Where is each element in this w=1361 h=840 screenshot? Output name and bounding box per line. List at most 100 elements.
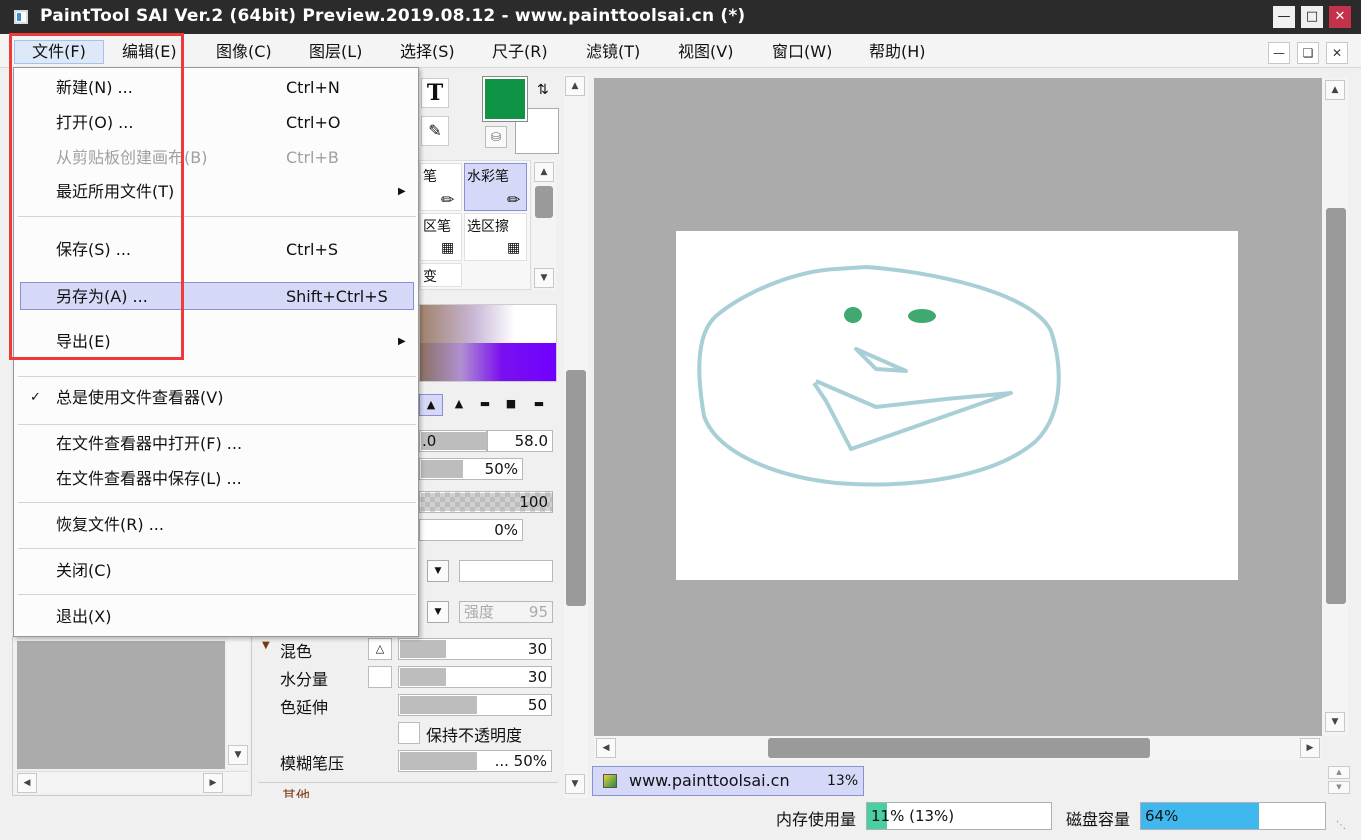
status-bar: 内存使用量 11% (13%) 磁盘容量 64% ⋱ xyxy=(0,800,1361,840)
text-tool-button[interactable]: T xyxy=(421,78,449,108)
menu-layer[interactable]: 图层(L) xyxy=(305,40,366,64)
brush-grid-vscroll[interactable]: ▲ ▼ xyxy=(532,160,556,290)
brush-slot-watercolor[interactable]: 水彩笔 ✏ xyxy=(464,163,527,211)
select-eraser-icon: ▦ xyxy=(507,240,521,256)
dropdown-arrow-icon[interactable]: ▼ xyxy=(427,601,449,623)
brush-slot-label: 笔 xyxy=(423,169,437,185)
menu-separator xyxy=(18,502,416,503)
title-bar: PaintTool SAI Ver.2 (64bit) Preview.2019… xyxy=(0,0,1361,34)
foreground-color-swatch[interactable] xyxy=(482,76,528,122)
brush-size-slider[interactable]: .0 xyxy=(419,430,487,452)
blend-pressure-icon[interactable]: △ xyxy=(368,638,392,660)
blend-slider[interactable]: 30 xyxy=(398,638,552,660)
drawing-canvas[interactable] xyxy=(676,231,1238,580)
scroll-down-icon[interactable]: ▼ xyxy=(228,745,248,765)
menu-item-open-in-viewer[interactable]: 在文件查看器中打开(F) ... xyxy=(20,430,414,458)
shape-flat-icon[interactable]: ▬ xyxy=(525,394,553,416)
opacity-slider[interactable]: 100 xyxy=(419,491,553,513)
scroll-up-icon[interactable]: ▲ xyxy=(565,76,585,96)
collapse-icon[interactable]: ▼ xyxy=(262,640,270,651)
brush-slot-select-eraser[interactable]: 选区擦 ▦ xyxy=(464,213,527,261)
eyedropper-icon[interactable]: ✎ xyxy=(421,116,449,146)
close-button[interactable]: ✕ xyxy=(1329,6,1351,28)
menu-item-recover[interactable]: 恢复文件(R) ... xyxy=(20,511,414,539)
menu-item-save-in-viewer[interactable]: 在文件查看器中保存(L) ... xyxy=(20,465,414,493)
highlight-annotation-box xyxy=(9,33,184,360)
brush-settings-panel: ▼ 混色 △ 30 水分量 30 色延伸 50 保持不透明度 模糊笔压 ... … xyxy=(258,636,562,798)
menu-item-label: 恢复文件(R) ... xyxy=(56,515,164,534)
swap-colors-icon[interactable]: ⇅ xyxy=(537,82,549,98)
maximize-button[interactable]: □ xyxy=(1301,6,1323,28)
scroll-left-icon[interactable]: ◀ xyxy=(596,738,616,758)
menu-filter[interactable]: 滤镜(T) xyxy=(582,40,644,64)
canvas-vscroll[interactable]: ▲ ▼ xyxy=(1322,78,1348,736)
brush-size-max[interactable]: 58.0 xyxy=(487,430,553,452)
menu-help[interactable]: 帮助(H) xyxy=(865,40,930,64)
tool-panel-vscroll[interactable]: ▲ ▼ xyxy=(564,74,588,798)
water-toggle[interactable] xyxy=(368,666,392,688)
dropdown-arrow-icon[interactable]: ▼ xyxy=(427,560,449,582)
scroll-down-icon[interactable]: ▼ xyxy=(565,774,585,794)
scroll-left-icon[interactable]: ◀ xyxy=(17,773,37,793)
menu-item-label: 在文件查看器中打开(F) ... xyxy=(56,434,243,453)
scroll-down-icon[interactable]: ▼ xyxy=(534,268,554,288)
mdi-close-button[interactable]: ✕ xyxy=(1326,42,1348,64)
menu-window[interactable]: 窗口(W) xyxy=(768,40,836,64)
menu-image[interactable]: 图像(C) xyxy=(212,40,276,64)
scroll-up-icon[interactable]: ▲ xyxy=(1325,80,1345,100)
brush-slot-label: 选区擦 xyxy=(467,219,509,235)
mdi-restore-button[interactable]: ❏ xyxy=(1297,42,1319,64)
app-icon xyxy=(14,10,28,24)
canvas-hscroll[interactable]: ◀ ▶ xyxy=(594,736,1322,760)
minimize-button[interactable]: — xyxy=(1273,6,1295,28)
resize-grip-icon[interactable]: ⋱ xyxy=(1336,820,1346,831)
blur-pressure-slider[interactable]: ... 50% xyxy=(398,750,552,772)
menu-item-always-viewer[interactable]: ✓ 总是使用文件查看器(V) xyxy=(20,384,414,412)
strength-field[interactable]: 强度 95 xyxy=(459,601,553,623)
density-slider[interactable]: 50% xyxy=(419,458,523,480)
color-stretch-slider[interactable]: 50 xyxy=(398,694,552,716)
menu-select[interactable]: 选择(S) xyxy=(396,40,459,64)
shape-square-icon[interactable]: ■ xyxy=(499,394,523,416)
tab-scroll-down-icon[interactable]: ▼ xyxy=(1328,781,1350,794)
select-pen-icon: ▦ xyxy=(441,240,455,256)
texture-select[interactable] xyxy=(459,560,553,582)
tab-scroll-up-icon[interactable]: ▲ xyxy=(1328,766,1350,779)
min-size-slider[interactable]: 0% xyxy=(419,519,523,541)
menu-item-label: 总是使用文件查看器(V) xyxy=(56,388,224,407)
menu-ruler[interactable]: 尺子(R) xyxy=(488,40,552,64)
brush-slot-3[interactable]: 变 xyxy=(420,263,462,287)
shape-arch-icon[interactable]: ▬ xyxy=(473,394,497,416)
navigator-hscroll[interactable]: ◀ ▶ xyxy=(15,771,249,793)
keep-opacity-checkbox[interactable] xyxy=(398,722,420,744)
scroll-thumb[interactable] xyxy=(1326,208,1346,604)
scroll-thumb[interactable] xyxy=(566,370,586,606)
transparent-color-icon[interactable]: ⛁ xyxy=(485,126,507,148)
scroll-thumb[interactable] xyxy=(768,738,1150,758)
scroll-up-icon[interactable]: ▲ xyxy=(534,162,554,182)
water-label: 水分量 xyxy=(280,670,329,689)
blend-label: 混色 xyxy=(280,642,313,661)
menu-item-quit[interactable]: 退出(X) xyxy=(20,603,414,631)
scroll-right-icon[interactable]: ▶ xyxy=(1300,738,1320,758)
document-tab[interactable]: www.painttoolsai.cn 13% xyxy=(592,766,864,796)
disk-label: 磁盘容量 xyxy=(1066,810,1131,829)
brush-slot-pen[interactable]: 笔 ✏ xyxy=(420,163,462,211)
menu-separator xyxy=(18,594,416,595)
blur-pressure-value: ... 50% xyxy=(494,752,547,770)
shape-dome-icon[interactable]: ▲ xyxy=(447,394,471,416)
scroll-right-icon[interactable]: ▶ xyxy=(203,773,223,793)
shape-triangle-icon[interactable]: ▲ xyxy=(419,394,443,416)
navigator-vscroll[interactable]: ▼ xyxy=(227,637,249,769)
menu-view[interactable]: 视图(V) xyxy=(674,40,737,64)
water-slider[interactable]: 30 xyxy=(398,666,552,688)
brush-shape-row: ▲ ▲ ▬ ■ ▬ xyxy=(419,394,557,416)
brush-slot-select-pen[interactable]: 区笔 ▦ xyxy=(420,213,462,261)
scroll-thumb[interactable] xyxy=(535,186,553,218)
menu-item-close[interactable]: 关闭(C) xyxy=(20,557,414,585)
mdi-minimize-button[interactable]: — xyxy=(1268,42,1290,64)
brush-grid: 笔 ✏ 水彩笔 ✏ 区笔 ▦ 选区擦 ▦ 变 xyxy=(419,160,531,290)
other-section-text: 其他 xyxy=(282,789,310,798)
memory-label: 内存使用量 xyxy=(776,810,857,829)
scroll-down-icon[interactable]: ▼ xyxy=(1325,712,1345,732)
